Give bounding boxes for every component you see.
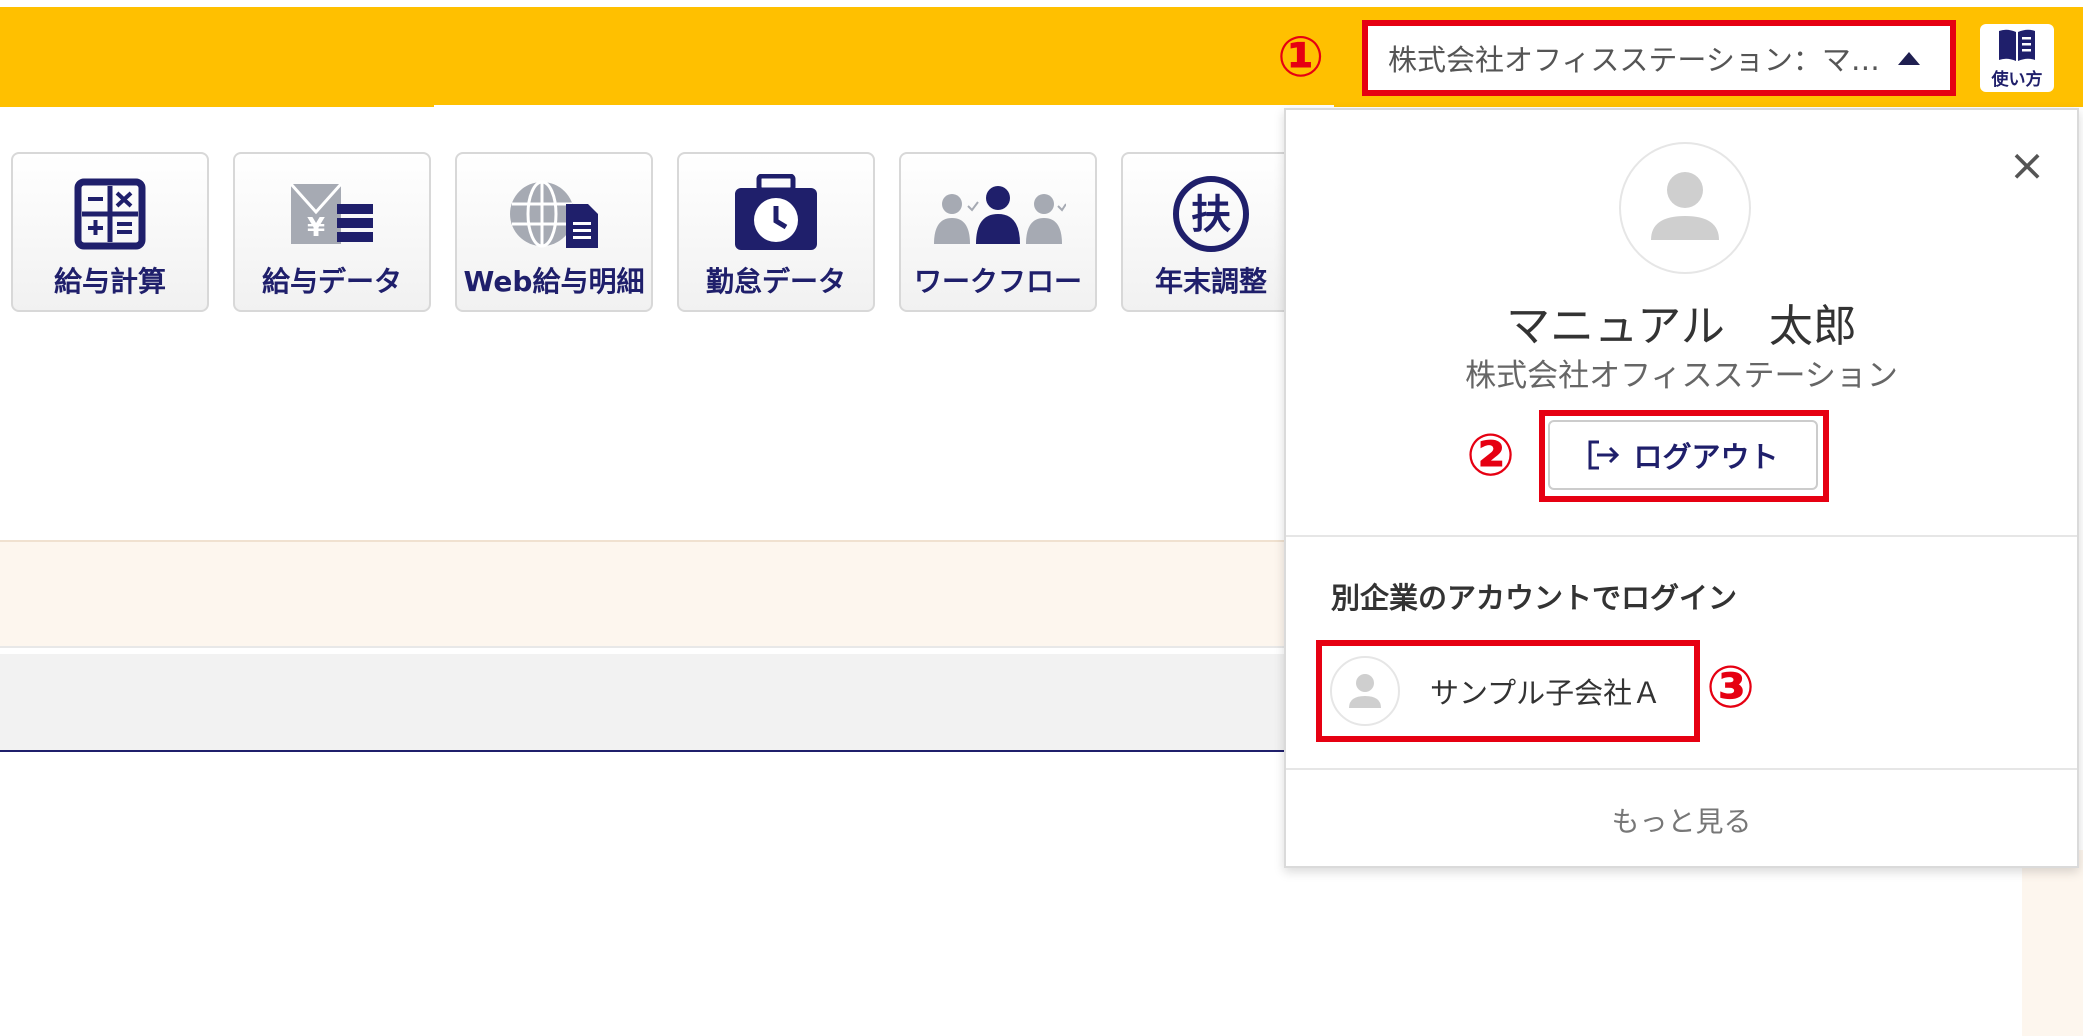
calculator-icon xyxy=(74,178,146,250)
logout-label: ログアウト xyxy=(1633,440,1779,474)
account-name: サンプル子会社Ａ xyxy=(1430,676,1662,710)
account-item-sample-subsidiary[interactable]: サンプル子会社Ａ xyxy=(1326,650,1690,732)
user-avatar xyxy=(1619,142,1751,274)
account-switcher-button[interactable]: 株式会社オフィスステーション：マ… xyxy=(1362,20,1956,96)
tile-attendance-data[interactable]: 勤怠データ xyxy=(677,152,875,312)
tile-workflow[interactable]: ワークフロー xyxy=(899,152,1097,312)
tile-payroll-calculation[interactable]: 給与計算 xyxy=(11,152,209,312)
tile-label: 勤怠データ xyxy=(705,265,846,298)
user-name: マニュアル 太郎 xyxy=(1506,301,1857,352)
logout-button[interactable]: ログアウト xyxy=(1548,420,1818,490)
content-header-band xyxy=(0,654,1290,752)
tile-label: 給与データ xyxy=(261,265,402,298)
user-silhouette-icon xyxy=(1651,172,1719,240)
panel-divider xyxy=(1286,535,2077,537)
workflow-people-icon xyxy=(934,186,1066,244)
marker-3: ③ xyxy=(1706,653,1756,721)
user-company: 株式会社オフィスステーション xyxy=(1465,358,1898,394)
caret-up-icon xyxy=(1898,51,1920,65)
fu-circle-icon: 扶 xyxy=(1173,176,1249,252)
tile-label: 給与計算 xyxy=(53,265,166,298)
panel-divider xyxy=(1286,768,2077,770)
tile-year-end-adjustment[interactable]: 扶 年末調整 xyxy=(1121,152,1301,312)
show-more-link[interactable]: もっと見る xyxy=(1286,800,2077,840)
right-edge-strip xyxy=(2022,850,2083,1036)
tile-web-payslip[interactable]: Web給与明細 xyxy=(455,152,653,312)
tile-label: ワークフロー xyxy=(913,265,1082,298)
tile-label: Web給与明細 xyxy=(463,265,645,298)
svg-text:扶: 扶 xyxy=(1191,192,1231,238)
close-icon[interactable]: × xyxy=(2007,144,2047,188)
attendance-clock-icon xyxy=(735,174,817,250)
header-gap xyxy=(434,105,1334,109)
book-icon xyxy=(1999,29,2035,61)
account-switcher-label: 株式会社オフィスステーション：マ… xyxy=(1388,43,1880,77)
other-account-section-title: 別企業のアカウントでログイン xyxy=(1331,581,1738,615)
account-avatar xyxy=(1330,656,1400,726)
svg-text:¥: ¥ xyxy=(307,213,325,243)
manual-label: 使い方 xyxy=(1991,69,2043,90)
marker-2: ② xyxy=(1466,421,1516,489)
web-payslip-icon xyxy=(510,180,598,248)
tile-label: 年末調整 xyxy=(1154,265,1267,298)
notice-band xyxy=(0,540,1290,648)
logout-icon xyxy=(1588,440,1620,470)
salary-data-icon: ¥ xyxy=(289,183,373,244)
account-dropdown-panel: × マニュアル 太郎 株式会社オフィスステーション ② ログアウト 別企業のアカ… xyxy=(1284,108,2079,868)
user-silhouette-icon xyxy=(1349,674,1381,708)
tile-salary-data[interactable]: ¥ 給与データ xyxy=(233,152,431,312)
manual-button[interactable]: 使い方 xyxy=(1980,24,2054,92)
marker-1: ① xyxy=(1277,25,1325,90)
